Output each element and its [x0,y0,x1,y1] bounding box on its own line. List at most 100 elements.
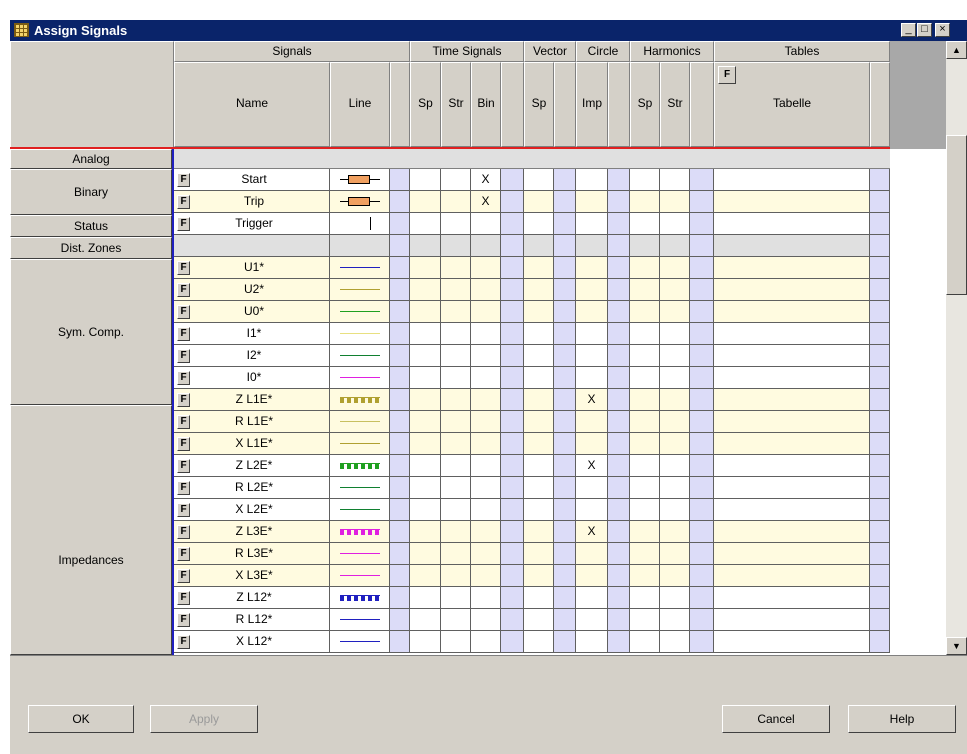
cell-ts_bin[interactable] [471,213,501,235]
cell-tab[interactable] [714,521,870,543]
cell-h_str[interactable] [660,411,690,433]
cell-tab[interactable] [714,433,870,455]
rowgroup-impedances[interactable]: Impedances [10,405,172,655]
f-button[interactable]: F [177,459,190,473]
cell-tab[interactable] [714,301,870,323]
scroll-up-button[interactable]: ▲ [946,41,967,59]
cell-ts_sp[interactable] [410,543,441,565]
cell-imp[interactable] [576,213,608,235]
cell-h_sp[interactable] [630,455,660,477]
f-button[interactable]: F [177,437,190,451]
line-style-cell[interactable] [330,587,390,609]
f-button[interactable]: F [177,283,190,297]
f-button[interactable]: F [177,371,190,385]
line-style-cell[interactable] [330,609,390,631]
minimize-button[interactable]: _ [901,23,916,37]
cell-ts_sp[interactable] [410,323,441,345]
signal-name-cell[interactable]: F X L2E* [174,499,330,521]
line-style-cell[interactable] [330,257,390,279]
f-button[interactable]: F [177,525,190,539]
cell-h_sp[interactable] [630,609,660,631]
cell-ts_str[interactable] [441,323,471,345]
cell-imp[interactable] [576,433,608,455]
cell-h_str[interactable] [660,455,690,477]
scroll-thumb[interactable] [946,135,967,295]
signal-name-cell[interactable]: F Start [174,169,330,191]
title-bar[interactable]: Assign Signals _ □ × [10,20,967,41]
cell-imp[interactable] [576,301,608,323]
cell-h_sp[interactable] [630,433,660,455]
cell-h_sp[interactable] [630,477,660,499]
line-style-cell[interactable] [330,499,390,521]
cell-ts_str[interactable] [441,631,471,653]
signal-name-cell[interactable]: F I2* [174,345,330,367]
f-button[interactable]: F [177,547,190,561]
cell-ts_sp[interactable] [410,411,441,433]
cell-ts_str[interactable] [441,455,471,477]
f-button[interactable]: F [177,503,190,517]
cell-vec_sp[interactable] [524,411,554,433]
cell-vec_sp[interactable] [524,257,554,279]
cell-ts_str[interactable] [441,543,471,565]
tables-f-button[interactable]: F [718,66,736,84]
cell-ts_sp[interactable] [410,301,441,323]
signal-name-cell[interactable]: F Z L12* [174,587,330,609]
cell-h_str[interactable] [660,609,690,631]
line-style-cell[interactable] [330,323,390,345]
cell-h_sp[interactable] [630,499,660,521]
cell-ts_sp[interactable] [410,345,441,367]
cell-ts_sp[interactable] [410,521,441,543]
col-ts-sp[interactable]: Sp [410,62,441,147]
f-button[interactable]: F [177,217,190,231]
f-button[interactable]: F [177,195,190,209]
cell-ts_str[interactable] [441,433,471,455]
cell-ts_str[interactable] [441,191,471,213]
line-style-cell[interactable] [330,367,390,389]
cell-vec_sp[interactable] [524,279,554,301]
cell-tab[interactable] [714,455,870,477]
cell-imp[interactable]: X [576,521,608,543]
cell-ts_str[interactable] [441,169,471,191]
cell-vec_sp[interactable] [524,587,554,609]
cell-tab[interactable] [714,213,870,235]
signal-name-cell[interactable]: F Trigger [174,213,330,235]
cell-h_str[interactable] [660,367,690,389]
cell-h_sp[interactable] [630,191,660,213]
signal-name-cell[interactable]: F R L2E* [174,477,330,499]
f-button[interactable]: F [177,569,190,583]
help-button[interactable]: Help [848,705,956,733]
cancel-button[interactable]: Cancel [722,705,830,733]
cell-h_str[interactable] [660,433,690,455]
cell-h_str[interactable] [660,543,690,565]
cell-h_sp[interactable] [630,367,660,389]
cell-ts_str[interactable] [441,279,471,301]
line-style-cell[interactable] [330,279,390,301]
cell-h_str[interactable] [660,301,690,323]
cell-ts_bin[interactable] [471,609,501,631]
cell-ts_bin[interactable] [471,565,501,587]
cell-ts_str[interactable] [441,565,471,587]
signal-name-cell[interactable]: F X L1E* [174,433,330,455]
cell-ts_bin[interactable] [471,301,501,323]
col-vec-sp[interactable]: Sp [524,62,554,147]
vertical-scrollbar[interactable]: ▲ ▼ [946,41,967,655]
cell-h_sp[interactable] [630,213,660,235]
signal-name-cell[interactable]: F Z L3E* [174,521,330,543]
cell-vec_sp[interactable] [524,543,554,565]
signal-name-cell[interactable]: F I0* [174,367,330,389]
signal-name-cell[interactable]: F R L1E* [174,411,330,433]
cell-h_str[interactable] [660,587,690,609]
cell-tab[interactable] [714,587,870,609]
line-style-cell[interactable] [330,235,390,257]
line-style-cell[interactable] [330,169,390,191]
cell-ts_bin[interactable] [471,367,501,389]
f-button[interactable]: F [177,305,190,319]
cell-ts_bin[interactable] [471,587,501,609]
cell-imp[interactable] [576,279,608,301]
cell-imp[interactable] [576,257,608,279]
cell-tab[interactable] [714,631,870,653]
rowgroup-dist-zones[interactable]: Dist. Zones [10,237,172,259]
cell-h_sp[interactable] [630,323,660,345]
cell-imp[interactable]: X [576,455,608,477]
close-button[interactable]: × [935,23,950,37]
